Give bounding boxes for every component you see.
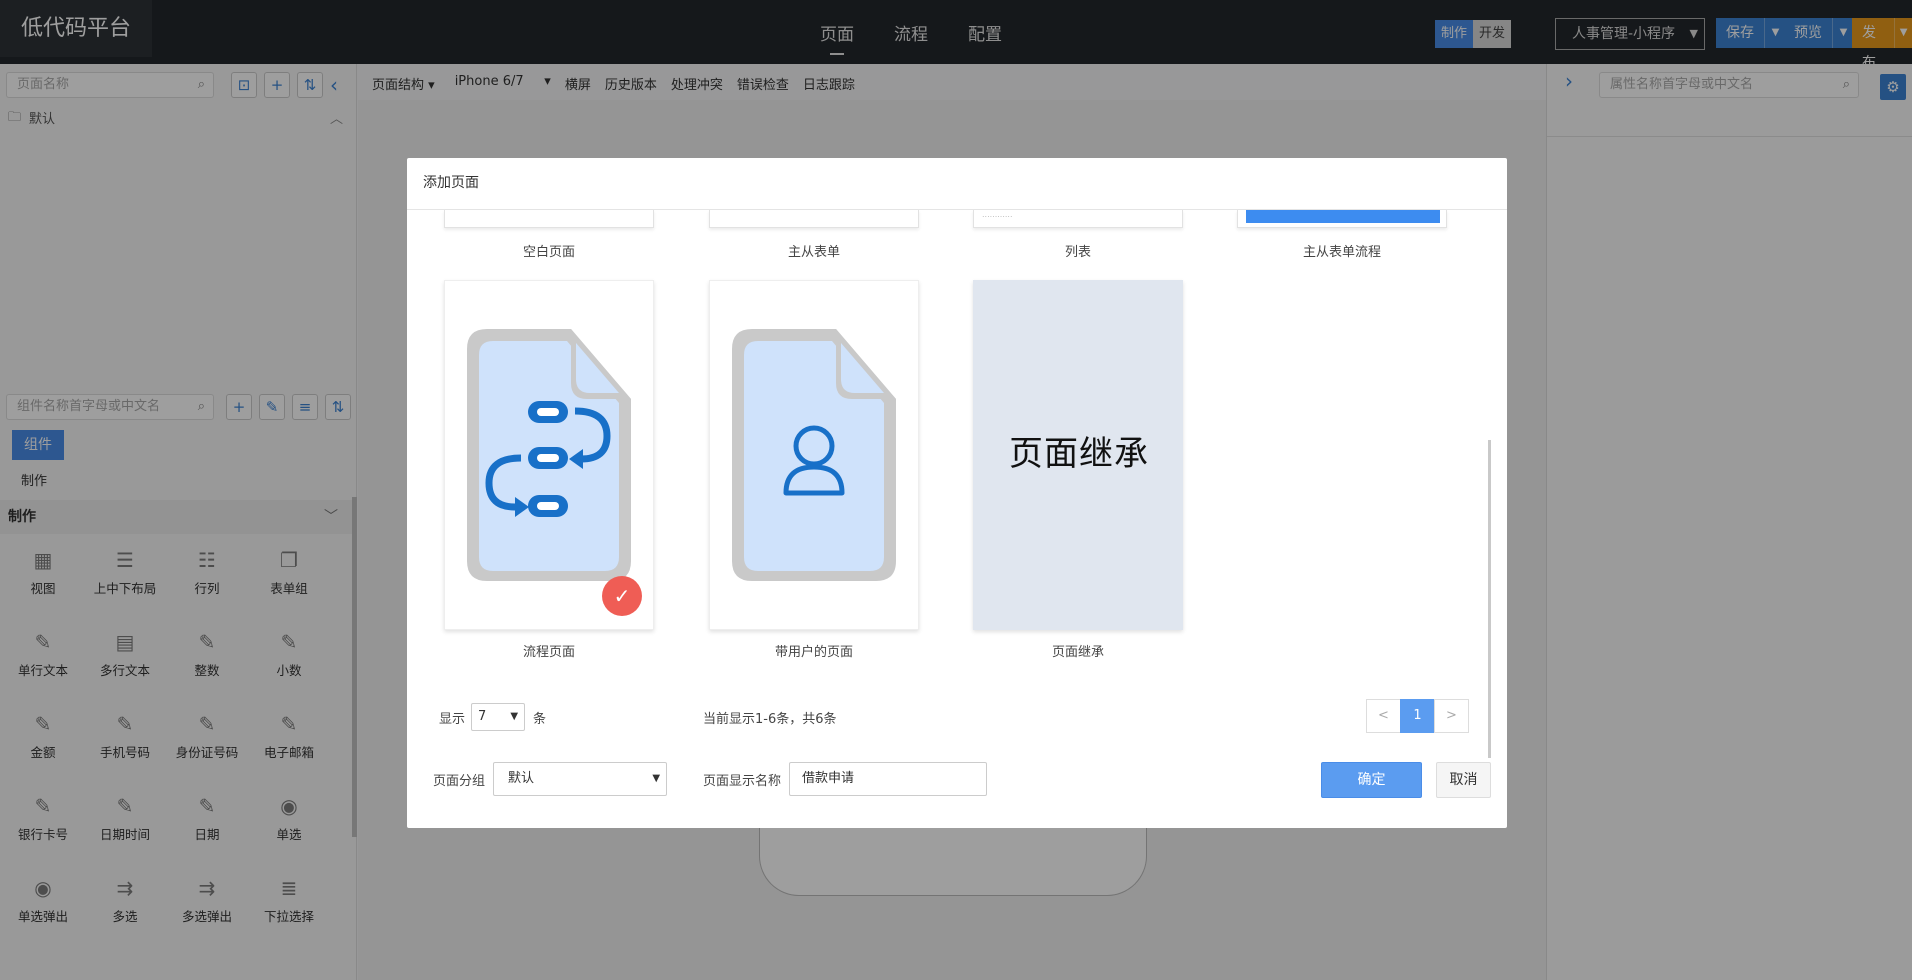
confirm-button[interactable]: 确定	[1321, 762, 1422, 798]
next-page-button[interactable]: >	[1434, 699, 1469, 733]
dialog-title: 添加页面	[407, 158, 1507, 210]
inherit-thumb-title: 页面继承	[1009, 434, 1149, 474]
page-group-select[interactable]: 默认 ▼	[493, 762, 668, 796]
template-card-user-page[interactable]	[709, 280, 919, 630]
unit-label: 条	[533, 711, 547, 727]
page-size-row: 显示 7 ▼ 条	[439, 703, 546, 731]
template-card-master-detail[interactable]	[709, 210, 919, 228]
card-label-master-detail-flow: 主从表单流程	[1302, 245, 1381, 260]
template-card-master-detail-flow[interactable]	[1237, 210, 1447, 228]
card-label-blank: 空白页面	[522, 245, 575, 260]
card-label-list: 列表	[1064, 245, 1091, 260]
page-group-label: 页面分组	[433, 773, 486, 789]
card-label-inherit: 页面继承	[1051, 645, 1104, 660]
page-name-label: 页面显示名称	[703, 773, 782, 789]
page-name-input[interactable]: 借款申请	[789, 762, 988, 796]
page-size-value: 7	[478, 709, 487, 724]
template-card-flow[interactable]: ✓	[444, 280, 654, 630]
display-label: 显示	[439, 711, 466, 727]
add-page-dialog: 添加页面 ............ 空白页面 主从表单 列表 主从表单流程 ✓ …	[407, 158, 1507, 828]
selected-check-icon: ✓	[602, 576, 642, 616]
pagination: < 1 >	[1366, 699, 1469, 733]
chevron-down-icon: ▼	[510, 711, 519, 722]
card-label-master-detail: 主从表单	[787, 245, 840, 260]
chevron-down-icon: ▼	[652, 773, 661, 784]
dialog-scrollbar[interactable]	[1488, 440, 1491, 758]
page-name-row: 页面显示名称 借款申请	[703, 762, 988, 796]
submit-strip	[1246, 210, 1440, 223]
template-card-blank[interactable]	[444, 210, 654, 228]
cancel-button[interactable]: 取消	[1436, 762, 1491, 798]
page-group-value: 默认	[508, 771, 535, 786]
template-card-inherit[interactable]: 页面继承	[973, 280, 1183, 630]
card-label-flow: 流程页面	[522, 645, 575, 660]
user-document-icon	[732, 329, 896, 581]
prev-page-button[interactable]: <	[1366, 699, 1401, 733]
template-card-list[interactable]: ............	[973, 210, 1183, 228]
list-thumb-text: ............	[982, 210, 1013, 219]
flow-document-icon	[467, 329, 631, 581]
page-1-button[interactable]: 1	[1400, 699, 1435, 733]
page-group-row: 页面分组 默认 ▼	[433, 762, 668, 796]
record-status: 当前显示1-6条，共6条	[703, 712, 837, 727]
page-size-select[interactable]: 7 ▼	[471, 703, 526, 731]
card-label-user-page: 带用户的页面	[774, 645, 853, 660]
